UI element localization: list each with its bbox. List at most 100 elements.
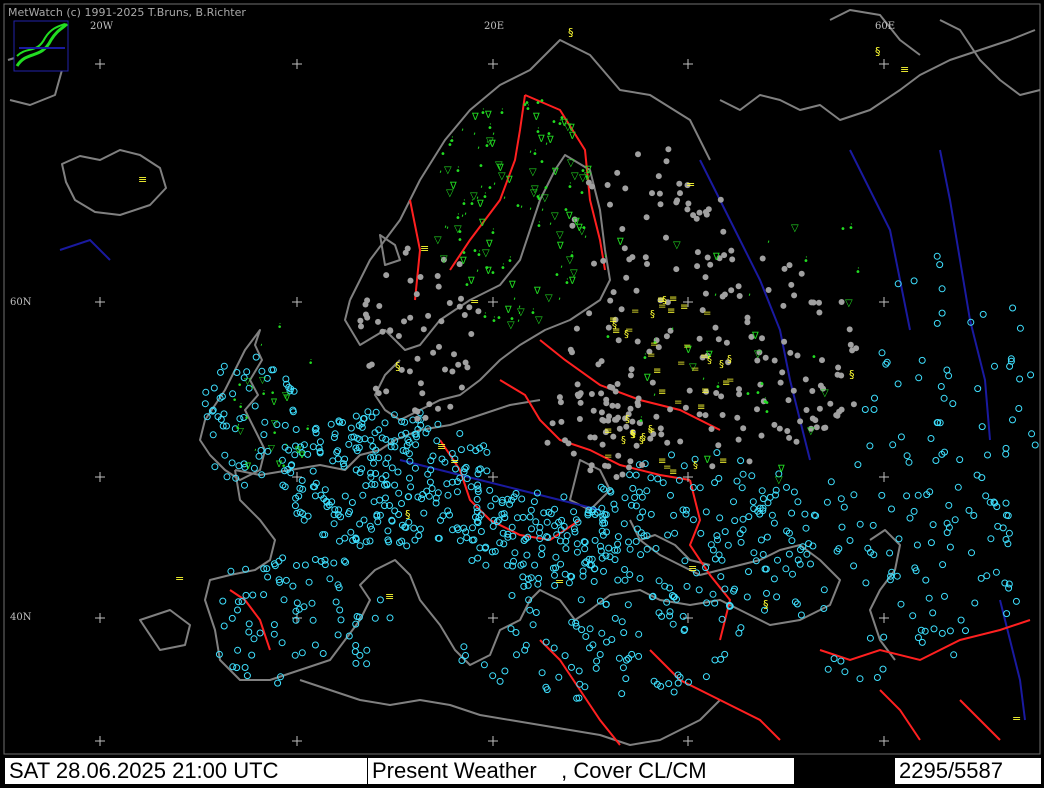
weather-symbol: • [478,161,484,172]
station-dot [781,338,788,345]
weather-symbol: = [691,364,699,375]
station-dot [556,394,563,401]
weather-symbol: ∇ [270,398,278,408]
weather-map[interactable]: ▽ •, •̇ ∇ ▽ •, •̇ ∇ ▽ •, •̇ ∇ ▽ •, •̇ ∇ ▽ •, •̇ ∇ ▽ •, •̇ ∇ ▽ •, •… [0,0,1044,788]
weather-symbol: = [677,358,685,369]
weather-symbol: •̇ [715,381,721,393]
station-dot [736,391,743,398]
weather-symbol: = [470,295,479,308]
station-dot [401,318,407,325]
weather-symbol: § [650,309,655,320]
weather-symbol: ▽ [535,315,543,326]
station-dot [735,283,742,290]
station-dot [442,366,448,373]
station-dot [420,326,427,333]
weather-symbol: • [755,388,761,399]
weather-symbol: •̇ [848,222,854,234]
weather-symbol: ∇ [508,280,516,291]
map-canvas[interactable]: ▽•,•̇∇▽•,•̇∇▽•,•̇∇▽•,•̇∇▽• ,•̇∇▽•,•̇∇▽•,•… [0,0,1044,788]
station-dot [696,209,703,216]
weather-symbol: § [719,359,724,370]
station-dot [569,349,575,356]
station-dot [468,331,475,337]
station-dot [665,146,672,153]
station-dot [627,458,634,465]
station-dot [633,287,640,294]
station-dot [793,438,800,445]
station-dot [598,358,605,365]
weather-symbol: ▽ [545,293,553,304]
station-dot [590,407,597,414]
station-dot [614,403,621,409]
station-dot [794,352,801,359]
weather-symbol: , [285,438,288,448]
weather-symbol: ∇ [476,199,484,210]
station-dot [588,391,595,397]
weather-symbol: •̇ [476,249,482,261]
station-dot [598,390,605,397]
station-dot [762,354,769,361]
station-dot [613,416,620,423]
weather-symbol: •̇ [305,425,310,435]
station-dot [557,399,564,406]
weather-symbol: •̇ [238,403,243,413]
station-dot [723,339,730,346]
station-dot [615,452,622,459]
weather-symbol: ▽ [444,165,452,176]
station-dot [717,196,724,203]
weather-symbol: ▽ [821,388,829,399]
weather-symbol: ∇ [643,373,651,384]
weather-symbol: ∇ [551,167,559,178]
station-dot [821,425,828,431]
weather-symbol: ∇ [777,464,785,475]
station-dot [570,450,577,457]
weather-symbol: •̇ [569,250,575,262]
weather-symbol: ≡ [669,467,677,478]
weather-symbol: ∇ [616,237,624,248]
weather-symbol: = [450,455,459,468]
weather-symbol: ≡ [420,242,429,255]
weather-symbol: • [840,224,846,235]
weather-symbol: ▽ [567,158,575,169]
station-count-label: 2295/5587 [894,757,1042,785]
weather-symbol: § [624,329,629,340]
weather-symbol: • [745,389,751,400]
station-dot [708,426,715,432]
station-dot [682,404,689,411]
weather-symbol: • [539,157,545,168]
station-dot [629,418,636,425]
weather-symbol: ▽ [446,188,454,199]
weather-symbol: = [555,575,564,588]
station-dot [712,324,719,331]
station-dot [461,312,468,318]
weather-symbol: ▽ [807,426,815,437]
station-dot [685,200,692,207]
station-dot [634,338,641,345]
station-dot [677,438,684,445]
weather-symbol: , [254,443,257,453]
weather-symbol: ∇ [546,135,554,146]
station-dot [847,341,854,348]
weather-symbol: •̇ [449,135,455,147]
weather-symbol: , [260,338,263,348]
weather-symbol: = [674,397,682,408]
station-dot [613,474,620,480]
weather-symbol: •̇ [536,220,542,232]
station-dot [406,368,413,375]
weather-symbol: ▽ [791,223,799,234]
weather-symbol: •̇ [567,181,573,193]
station-dot [797,418,804,425]
weather-symbol: • [270,389,275,399]
weather-symbol: ≡ [680,302,688,313]
weather-symbol: , [529,201,532,212]
grid-label-20w: 20W [90,21,114,32]
station-dot [565,440,572,447]
weather-symbol: ▽ [551,211,559,222]
station-dot [781,265,788,272]
weather-symbol: ∇ [298,451,306,461]
station-dot [372,385,379,392]
weather-symbol: ▽ [775,475,783,486]
weather-symbol: ∇ [533,286,541,297]
station-dot [835,364,842,371]
station-dot [663,234,669,241]
